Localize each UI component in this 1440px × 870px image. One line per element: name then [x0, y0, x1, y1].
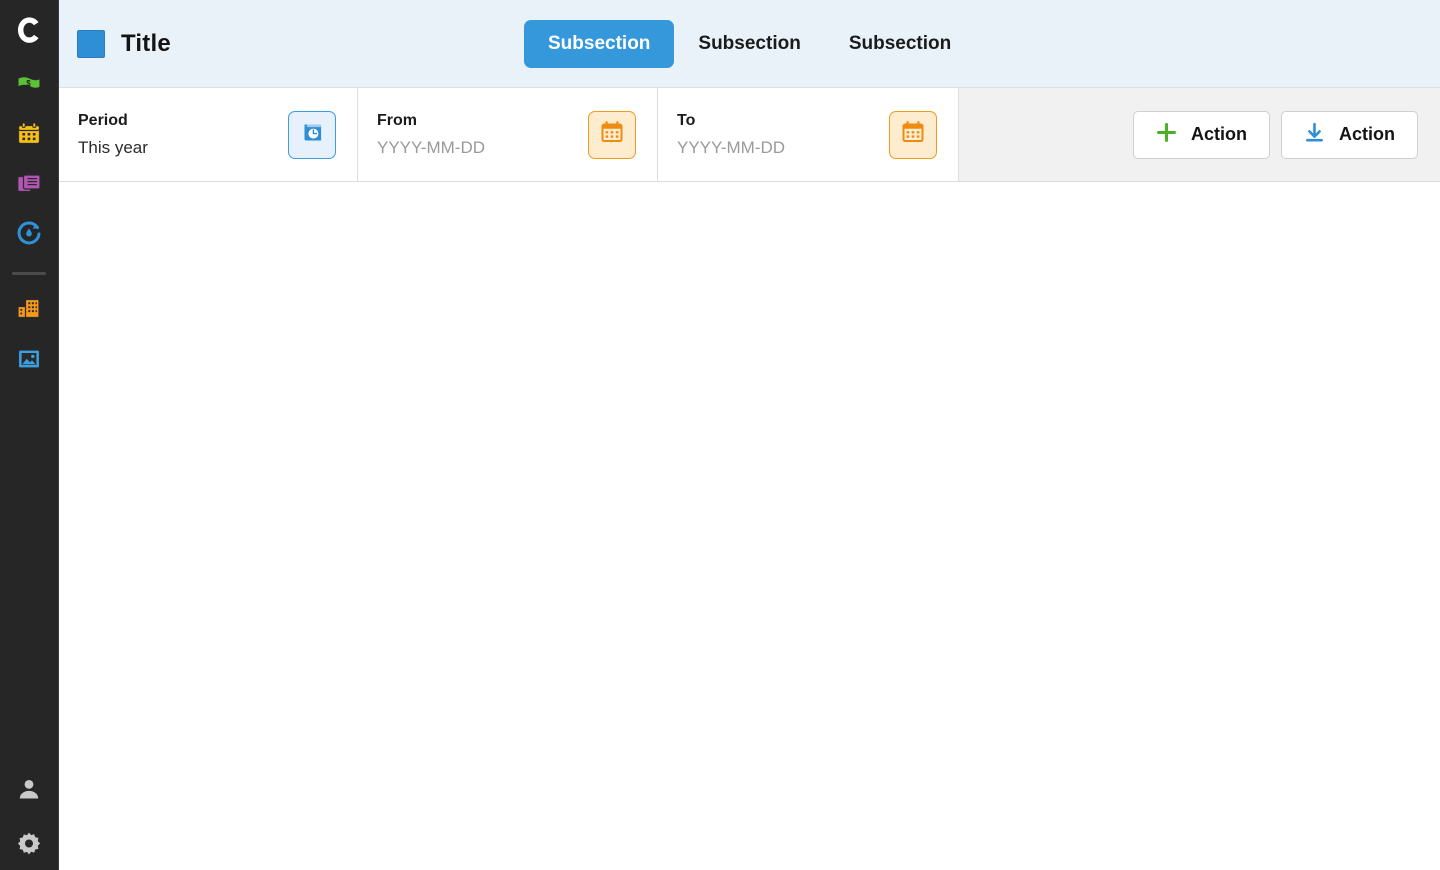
period-texts: Period This year — [78, 112, 148, 158]
download-action-button[interactable]: Action — [1281, 110, 1418, 159]
to-texts: To YYYY-MM-DD — [677, 112, 785, 158]
sidebar: $ — [0, 0, 59, 870]
sidebar-item-company[interactable] — [9, 294, 49, 328]
sidebar-item-documents[interactable] — [9, 169, 49, 203]
tab-subsection-3[interactable]: Subsection — [825, 20, 975, 68]
page-title-block: Title — [77, 29, 171, 58]
download-action-label: Action — [1339, 124, 1395, 144]
to-calendar-button[interactable] — [889, 110, 937, 159]
add-action-button[interactable]: Action — [1133, 110, 1270, 159]
to-field[interactable]: To YYYY-MM-DD — [658, 88, 959, 181]
gear-icon — [17, 831, 41, 860]
image-icon — [16, 346, 42, 377]
sidebar-item-money[interactable]: $ — [9, 69, 49, 103]
from-input[interactable]: YYYY-MM-DD — [377, 138, 485, 158]
app-logo-c[interactable] — [9, 12, 49, 48]
calendar-icon — [600, 120, 624, 149]
toolbar-actions: Action Action — [1133, 88, 1440, 181]
from-calendar-button[interactable] — [588, 110, 636, 159]
calendar-icon — [16, 121, 42, 152]
from-texts: From YYYY-MM-DD — [377, 112, 485, 158]
subsection-tabs: Subsection Subsection Subsection — [524, 19, 975, 68]
page-title: Title — [121, 29, 171, 57]
period-value: This year — [78, 137, 148, 157]
user-icon — [17, 777, 41, 806]
sidebar-bottom-group — [9, 754, 49, 862]
stopwatch-icon — [16, 220, 42, 252]
period-label: Period — [78, 111, 128, 129]
to-input[interactable]: YYYY-MM-DD — [677, 138, 785, 158]
tab-subsection-1[interactable]: Subsection — [524, 19, 675, 68]
main-area: Title Subsection Subsection Subsection P… — [59, 0, 1440, 870]
sidebar-divider — [12, 272, 46, 275]
sidebar-item-timer[interactable] — [9, 219, 49, 253]
from-field[interactable]: From YYYY-MM-DD — [358, 88, 658, 181]
download-icon — [1304, 122, 1325, 148]
svg-text:$: $ — [26, 78, 31, 87]
period-picker-button[interactable] — [288, 110, 336, 159]
banknote-icon: $ — [16, 71, 42, 102]
to-label: To — [677, 111, 696, 129]
page-header: Title Subsection Subsection Subsection — [59, 0, 1440, 88]
plus-icon — [1156, 122, 1177, 148]
calendar-icon — [901, 120, 925, 149]
sidebar-item-media[interactable] — [9, 344, 49, 378]
filter-toolbar: Period This year From YYYY-MM-DD To YYYY… — [59, 88, 1440, 182]
content-area — [59, 182, 1440, 870]
app-root: $ Title Subsection Subsection Subsection… — [0, 0, 1440, 870]
sidebar-item-account[interactable] — [9, 774, 49, 808]
period-book-clock-icon — [300, 120, 325, 150]
document-stack-icon — [16, 171, 42, 202]
sidebar-item-settings[interactable] — [9, 828, 49, 862]
period-field[interactable]: Period This year — [59, 88, 358, 181]
add-action-label: Action — [1191, 124, 1247, 144]
sidebar-item-calendar[interactable] — [9, 119, 49, 153]
building-icon — [16, 296, 42, 327]
title-square-icon — [77, 29, 105, 58]
tab-subsection-2[interactable]: Subsection — [674, 20, 824, 68]
toolbar-spacer — [959, 88, 1133, 181]
from-label: From — [377, 111, 417, 129]
